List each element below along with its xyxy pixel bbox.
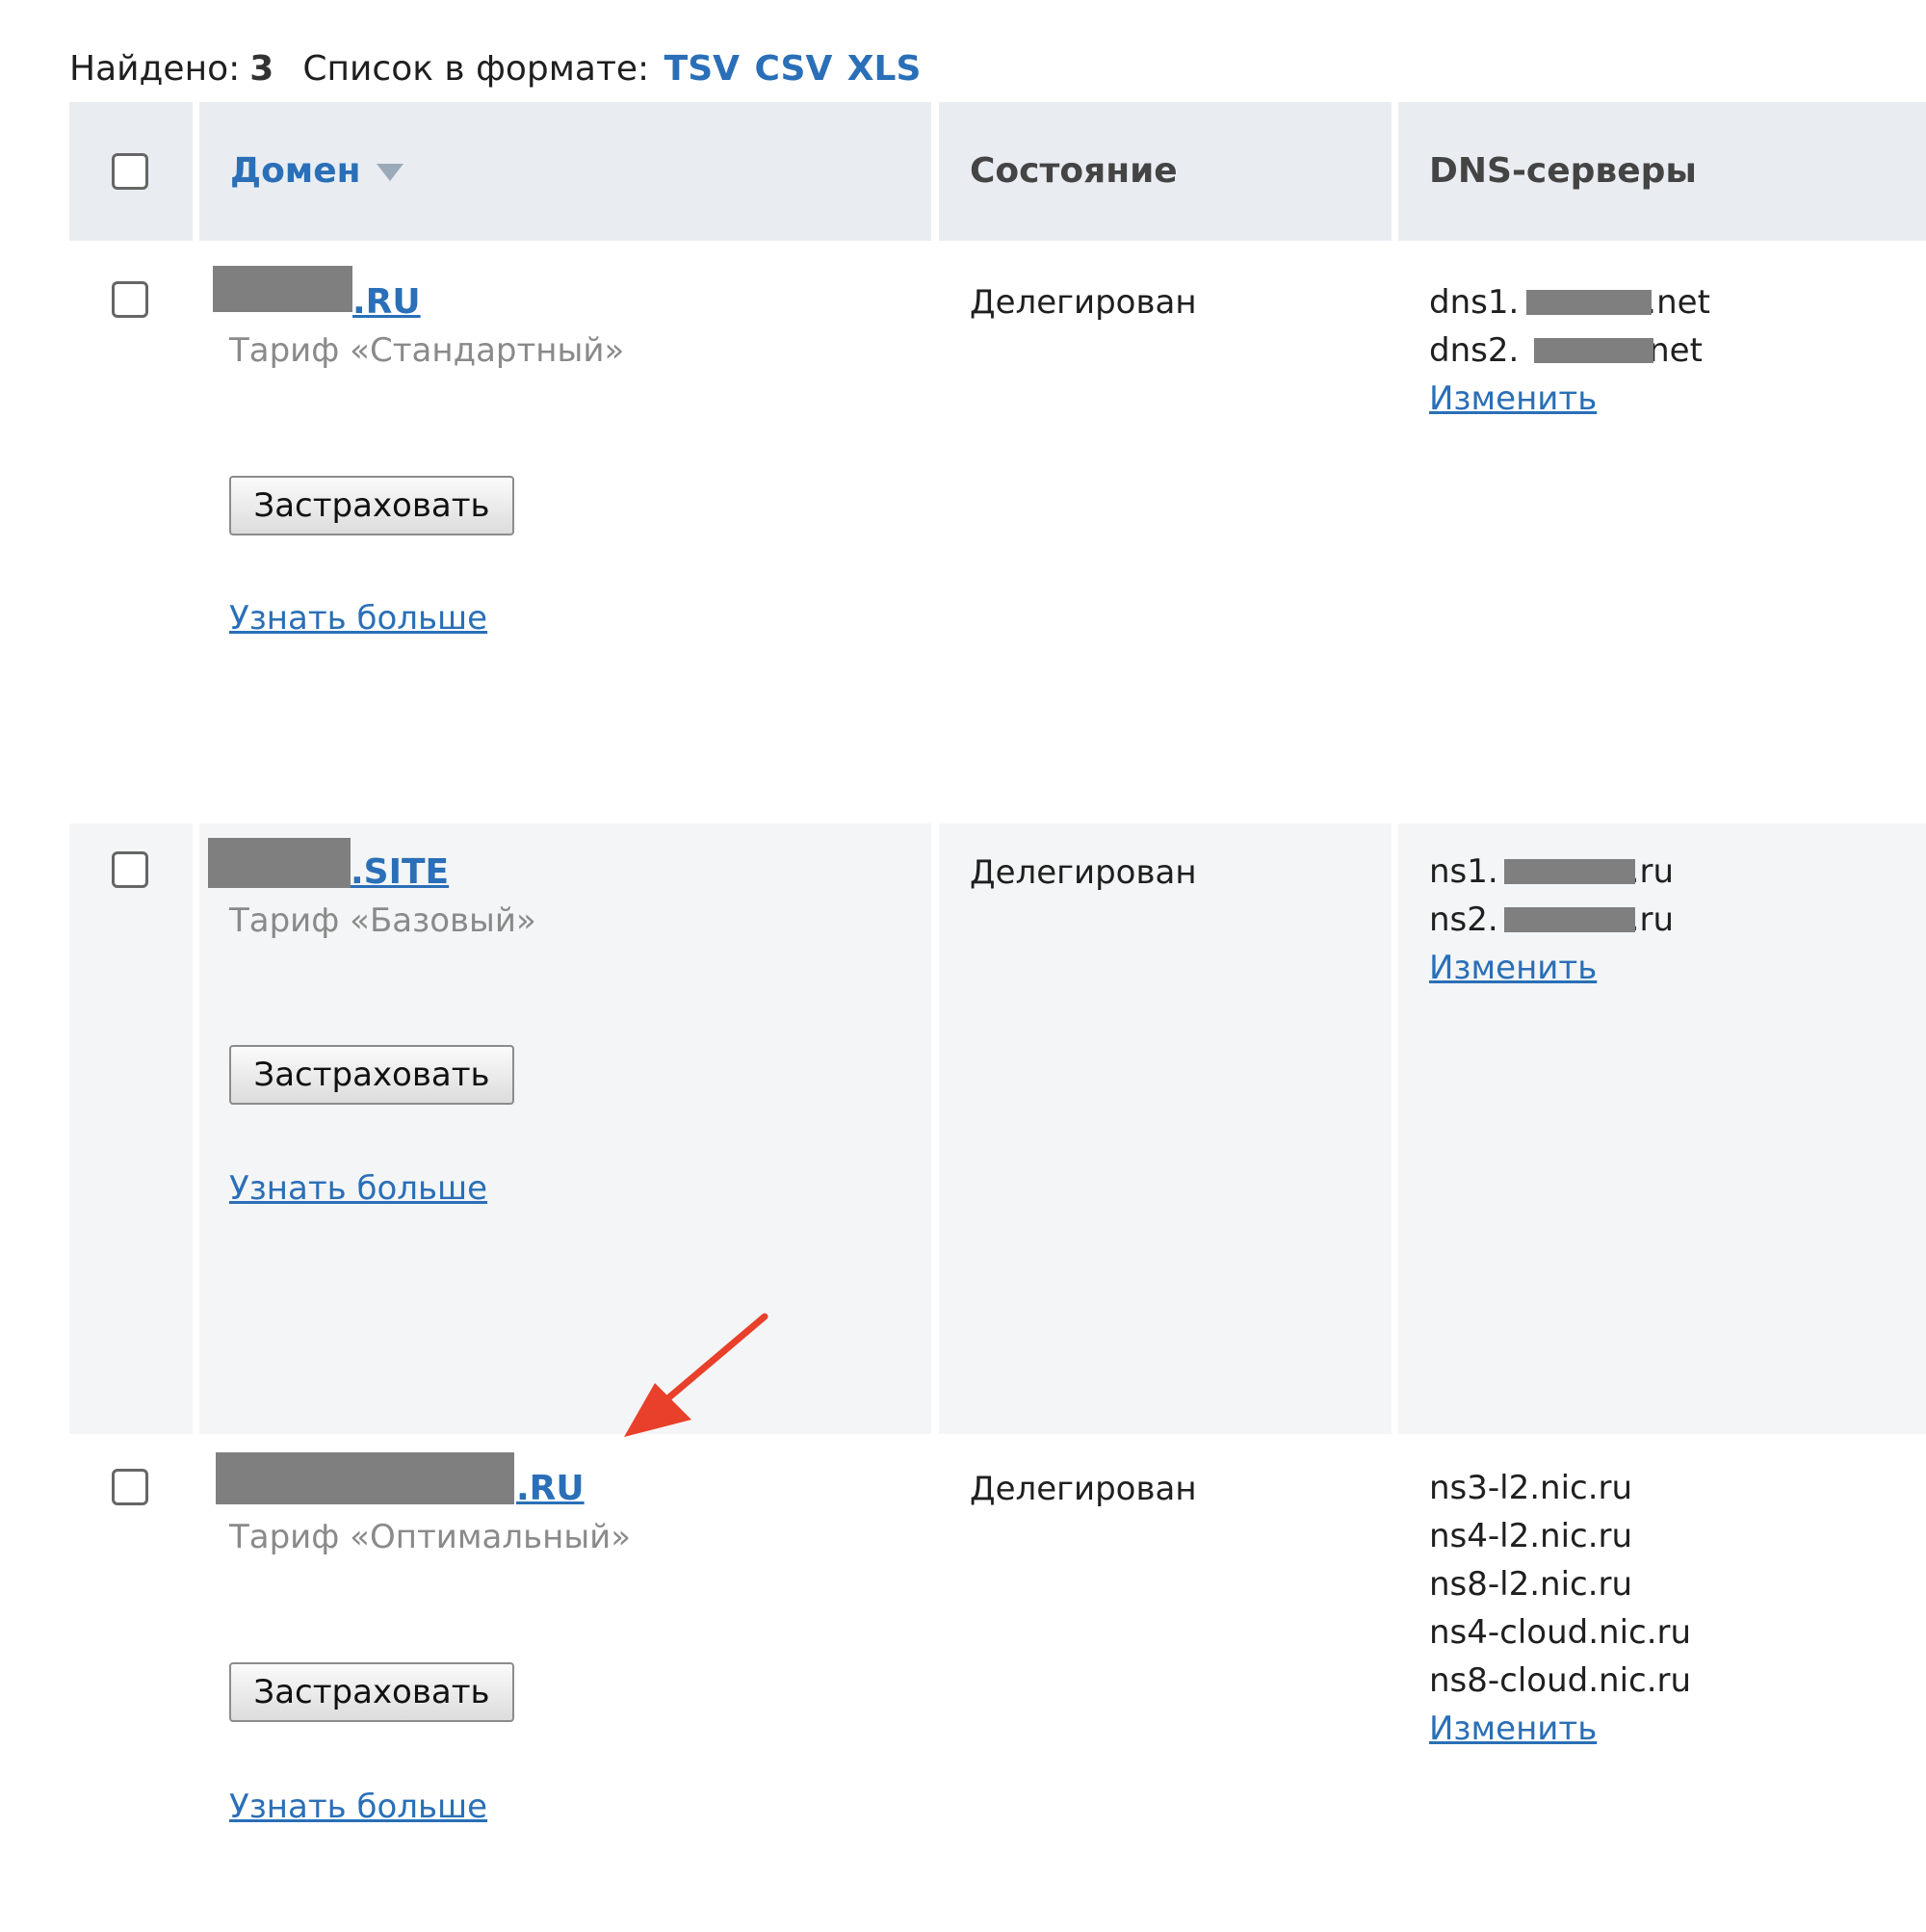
dns-server: dns1. .net: [1429, 283, 1710, 322]
dns-server: ns4-cloud.nic.ru: [1429, 1613, 1692, 1652]
redacted-domain-mask: [213, 266, 352, 312]
insure-button[interactable]: Застраховать: [229, 1662, 514, 1722]
row-checkbox[interactable]: [112, 851, 148, 888]
domain-name-link[interactable]: .RU: [516, 1466, 585, 1512]
status-text: Делегирован: [970, 853, 1197, 892]
dns-server-list: ns1. .ru ns2. .ru Изменить: [1429, 848, 1674, 992]
dns-server: ns2. .ru: [1429, 901, 1675, 939]
dns-server: dns2. .net: [1429, 331, 1703, 370]
dns-server-list: dns1. .net dns2. .net Изменить: [1429, 278, 1710, 423]
dns-server-list: ns3-l2.nic.ru ns4-l2.nic.ru ns8-l2.nic.r…: [1429, 1464, 1691, 1753]
tariff-label: Тариф «Оптимальный»: [229, 1518, 632, 1556]
redacted-dns-mask: [1526, 290, 1652, 315]
status-text: Делегирован: [970, 283, 1197, 322]
export-csv-link[interactable]: CSV: [754, 49, 832, 89]
domain-header-label: Домен: [230, 151, 361, 191]
domain-name-link[interactable]: .SITE: [351, 849, 449, 896]
redacted-dns-mask: [1534, 338, 1653, 363]
status-text: Делегирован: [970, 1470, 1197, 1508]
row-checkbox[interactable]: [112, 1469, 148, 1505]
row-checkbox[interactable]: [112, 281, 148, 318]
learn-more-link[interactable]: Узнать больше: [229, 595, 487, 641]
header-dns-cell: DNS-серверы: [1398, 102, 1926, 241]
results-summary: Найдено: 3 Список в формате: TSV CSV XLS: [69, 46, 921, 92]
change-dns-link[interactable]: Изменить: [1429, 949, 1597, 987]
domain-name-link[interactable]: .RU: [352, 279, 421, 326]
domain-column-header[interactable]: Домен: [230, 148, 403, 195]
learn-more-link[interactable]: Узнать больше: [229, 1165, 487, 1212]
format-label: Список в формате:: [302, 49, 650, 89]
redacted-dns-mask: [1504, 859, 1635, 884]
header-checkbox-cell: [69, 102, 193, 241]
redacted-domain-mask: [208, 838, 351, 888]
found-count: 3: [249, 49, 274, 89]
row-shade-cell: [69, 823, 193, 1434]
redacted-dns-mask: [1504, 907, 1635, 932]
tariff-label: Тариф «Стандартный»: [229, 331, 625, 370]
sort-desc-icon: [376, 164, 403, 181]
found-label: Найдено:: [69, 49, 241, 89]
row-shade-cell: [939, 823, 1392, 1434]
change-dns-link[interactable]: Изменить: [1429, 379, 1597, 418]
export-xls-link[interactable]: XLS: [847, 49, 922, 89]
dns-column-header: DNS-серверы: [1429, 151, 1697, 191]
change-dns-link[interactable]: Изменить: [1429, 1710, 1597, 1748]
header-status-cell: Состояние: [939, 102, 1392, 241]
redacted-domain-mask: [216, 1452, 514, 1504]
tariff-label: Тариф «Базовый»: [229, 901, 536, 940]
dns-server: ns8-cloud.nic.ru: [1429, 1661, 1692, 1700]
dns-server: ns3-l2.nic.ru: [1429, 1469, 1633, 1507]
learn-more-link[interactable]: Узнать больше: [229, 1784, 487, 1830]
select-all-checkbox[interactable]: [112, 153, 148, 190]
status-column-header: Состояние: [970, 151, 1178, 191]
insure-button[interactable]: Застраховать: [229, 476, 514, 535]
header-domain-cell: Домен: [199, 102, 931, 241]
dns-server: ns1. .ru: [1429, 852, 1675, 891]
export-tsv-link[interactable]: TSV: [664, 49, 740, 89]
dns-server: ns8-l2.nic.ru: [1429, 1565, 1633, 1604]
insure-button[interactable]: Застраховать: [229, 1045, 514, 1105]
dns-server: ns4-l2.nic.ru: [1429, 1517, 1633, 1555]
